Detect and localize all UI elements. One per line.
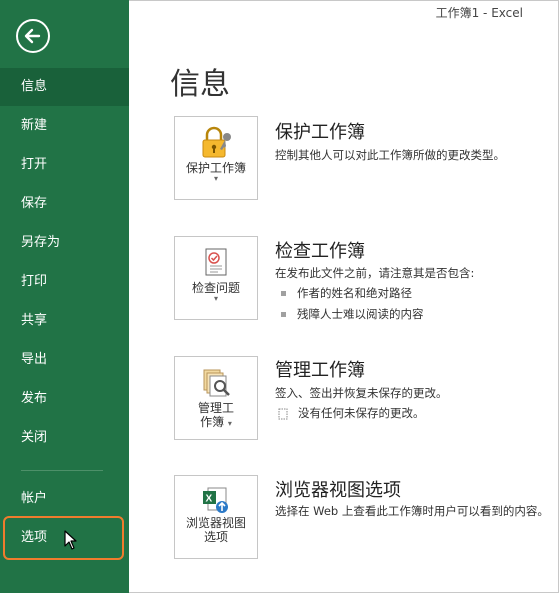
- nav-item-open[interactable]: 打开: [0, 146, 129, 184]
- nav-item-save[interactable]: 保存: [0, 185, 129, 223]
- bullet-square-icon: [281, 291, 286, 296]
- nav-item-share[interactable]: 共享: [0, 302, 129, 340]
- bullet-square-icon: [281, 312, 286, 317]
- sidebar-divider: [21, 470, 103, 471]
- back-button[interactable]: [16, 19, 50, 53]
- nav-item-close[interactable]: 关闭: [0, 419, 129, 457]
- window-title: 工作簿1 - Excel: [435, 6, 523, 20]
- nav-item-new[interactable]: 新建: [0, 107, 129, 145]
- nav-item-export[interactable]: 导出: [0, 341, 129, 379]
- manage-workbook-title: 管理工作簿: [275, 360, 365, 381]
- protect-workbook-title: 保护工作簿: [275, 122, 365, 143]
- nav-item-info[interactable]: 信息: [0, 68, 129, 106]
- protect-workbook-button[interactable]: 保护工作簿 ▾: [174, 116, 258, 200]
- manage-workbook-button-label-line1: 管理工: [197, 401, 234, 415]
- browser-view-options-description: 选择在 Web 上查看此工作簿时用户可以看到的内容。: [275, 504, 549, 518]
- protect-workbook-description: 控制其他人可以对此工作簿所做的更改类型。: [275, 148, 505, 162]
- unsaved-document-icon: [278, 408, 288, 419]
- browser-view-options-title: 浏览器视图选项: [275, 480, 401, 501]
- nav-item-save-as[interactable]: 另存为: [0, 224, 129, 262]
- nav-item-account[interactable]: 帐户: [0, 480, 129, 518]
- manage-bullet-item: 没有任何未保存的更改。: [278, 405, 425, 421]
- back-arrow-icon: [24, 28, 41, 44]
- inspect-workbook-description: 在发布此文件之前，请注意其是否包含:: [275, 266, 475, 280]
- protect-workbook-button-label: 保护工作簿: [185, 161, 246, 175]
- manage-workbook-button[interactable]: 管理工 作簿 ▾: [174, 356, 258, 440]
- manage-workbook-button-label-line2: 作簿 ▾: [200, 415, 232, 429]
- dropdown-caret-icon: ▾: [213, 174, 218, 183]
- browser-view-options-button[interactable]: X 浏览器视图 选项: [174, 475, 258, 559]
- excel-globe-icon: X: [203, 487, 228, 513]
- nav-item-print[interactable]: 打印: [0, 263, 129, 301]
- inspect-bullet-item: 作者的姓名和绝对路径: [281, 285, 412, 301]
- check-issues-button-label: 检查问题: [191, 281, 240, 295]
- inspect-document-icon: [205, 248, 227, 276]
- lock-key-icon: [202, 126, 231, 158]
- browser-view-options-button-label-line2: 选项: [203, 530, 228, 544]
- svg-text:X: X: [206, 494, 213, 505]
- manage-versions-icon: [203, 369, 230, 397]
- dropdown-caret-icon: ▾: [213, 294, 218, 303]
- manage-workbook-description: 签入、签出并恢复未保存的更改。: [275, 386, 448, 400]
- backstage-sidebar: 信息 新建 打开 保存 另存为 打印 共享 导出 发布 关闭 帐户 选项: [0, 0, 129, 593]
- page-title: 信息: [170, 67, 230, 102]
- mouse-cursor-icon: [64, 530, 77, 550]
- inspect-bullet-item: 残障人士难以阅读的内容: [281, 306, 424, 322]
- check-issues-button[interactable]: 检查问题 ▾: [174, 236, 258, 320]
- inspect-workbook-title: 检查工作簿: [275, 241, 365, 262]
- nav-item-publish[interactable]: 发布: [0, 380, 129, 418]
- browser-view-options-button-label-line1: 浏览器视图: [185, 516, 246, 530]
